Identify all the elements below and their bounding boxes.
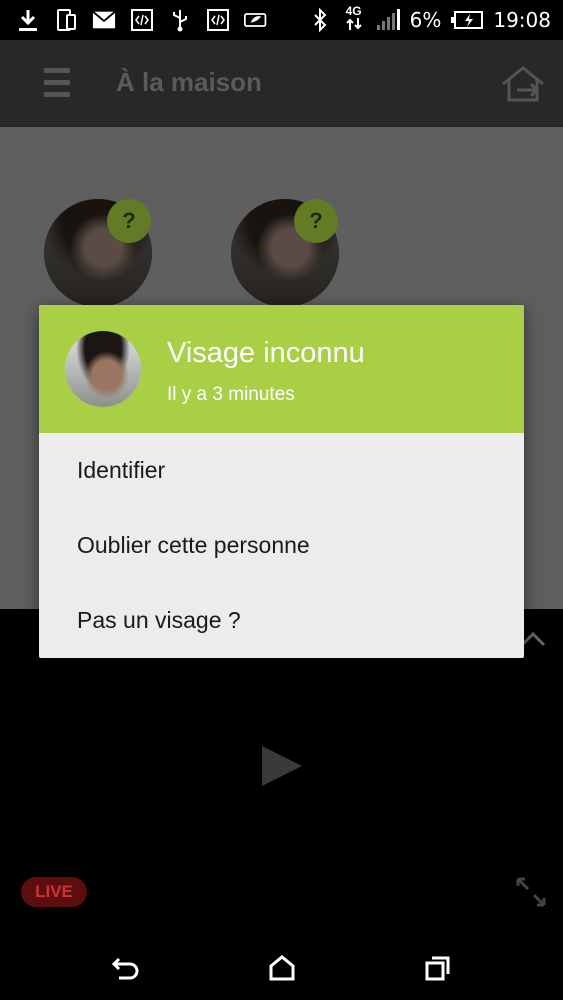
camera-view: LIVE [0, 609, 563, 936]
app-bar: À la maison [0, 40, 563, 127]
not-a-face-option[interactable]: Pas un visage ? [39, 583, 524, 658]
download-icon [16, 8, 40, 32]
unknown-badge: ? [107, 199, 151, 243]
system-icons: 4G 6% 19:08 [308, 4, 551, 34]
clock: 19:08 [493, 8, 551, 32]
battery-percent: 6% [409, 8, 442, 32]
fullscreen-icon[interactable] [515, 876, 547, 908]
network-type-icon: 4G [342, 4, 366, 32]
devices-icon [54, 8, 78, 32]
battery-charging-icon [451, 8, 484, 32]
dialog-subtitle: Il y a 3 minutes [167, 384, 295, 405]
mail-icon [92, 8, 116, 32]
recents-button[interactable] [418, 948, 458, 988]
identify-option[interactable]: Identifier [39, 433, 524, 508]
dialog-title: Visage inconnu [167, 337, 365, 369]
notification-icons [16, 6, 268, 34]
signal-icon [376, 8, 400, 32]
battery-saver-icon [244, 8, 268, 32]
network-label: 4G [345, 4, 362, 18]
status-bar: 4G 6% 19:08 [0, 0, 563, 40]
bluetooth-icon [308, 8, 332, 32]
usb-icon [168, 8, 192, 32]
code-icon [130, 8, 154, 32]
menu-icon[interactable] [44, 68, 70, 98]
play-button[interactable] [260, 744, 304, 788]
unknown-face-dialog: Visage inconnu Il y a 3 minutes Identifi… [39, 305, 524, 658]
page-title: À la maison [116, 67, 262, 97]
navigation-bar [0, 936, 563, 1000]
unknown-badge: ? [294, 199, 338, 243]
home-button[interactable] [262, 948, 302, 988]
dialog-header: Visage inconnu Il y a 3 minutes [39, 305, 524, 433]
avatar [65, 331, 141, 407]
home-exit-icon[interactable] [499, 64, 547, 104]
forget-person-option[interactable]: Oublier cette personne [39, 508, 524, 583]
live-badge: LIVE [21, 877, 87, 907]
back-button[interactable] [106, 948, 146, 988]
code-icon [206, 8, 230, 32]
